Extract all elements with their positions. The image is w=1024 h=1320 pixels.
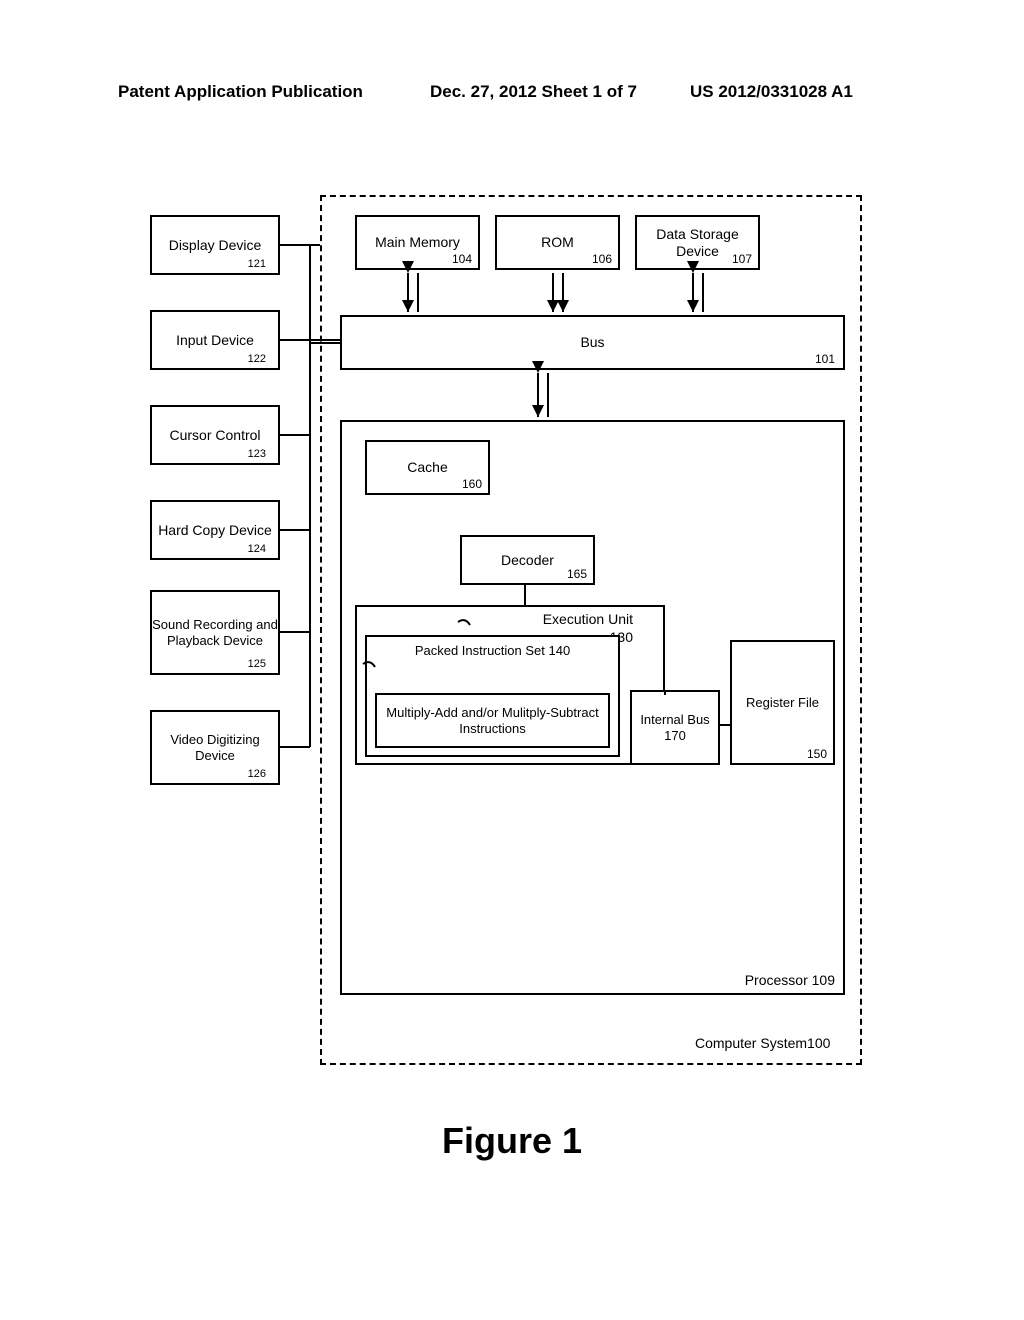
muladd-box: Multiply-Add and/or Mulitply-Subtract In… [375,693,610,748]
hardcopy-device-box: Hard Copy Device 124 [150,500,280,560]
cursor-control-label: Cursor Control [169,427,260,444]
register-file-ref: 150 [807,747,827,761]
hardcopy-device-label: Hard Copy Device [158,522,272,539]
display-device-ref: 121 [248,258,266,271]
main-memory-box: Main Memory 104 [355,215,480,270]
cache-ref: 160 [462,477,482,491]
main-memory-label: Main Memory [375,234,460,251]
rom-ref: 106 [592,252,612,266]
display-device-box: Display Device 121 [150,215,280,275]
packed-instruction-label: Packed Instruction Set 140 [415,643,570,659]
register-file-label: Register File [746,695,819,711]
diagram: Main Memory 104 ROM 106 Data Storage Dev… [125,195,870,1065]
bus-ref: 101 [815,352,835,366]
cache-label: Cache [407,459,447,476]
decoder-ref: 165 [567,567,587,581]
internal-bus-box: Internal Bus 170 [630,690,720,765]
video-device-box: Video Digitizing Device 126 [150,710,280,785]
decoder-label: Decoder [501,552,554,569]
internal-bus-label: Internal Bus [640,712,709,728]
cache-box: Cache 160 [365,440,490,495]
hardcopy-device-ref: 124 [248,543,266,556]
internal-bus-ref: 170 [664,728,686,744]
input-device-box: Input Device 122 [150,310,280,370]
input-device-label: Input Device [176,332,254,349]
computer-system-label: Computer System100 [695,1035,830,1051]
header-center: Dec. 27, 2012 Sheet 1 of 7 [430,82,637,102]
bus-label: Bus [580,334,604,351]
processor-label: Processor 109 [745,972,835,989]
input-device-ref: 122 [248,353,266,366]
data-storage-box: Data Storage Device 107 [635,215,760,270]
header-left: Patent Application Publication [118,82,363,102]
rom-box: ROM 106 [495,215,620,270]
display-device-label: Display Device [169,237,262,254]
video-device-ref: 126 [248,768,266,781]
cursor-control-ref: 123 [248,448,266,461]
figure-label: Figure 1 [0,1120,1024,1162]
main-memory-ref: 104 [452,252,472,266]
muladd-label: Multiply-Add and/or Mulitply-Subtract In… [377,705,608,736]
header-right: US 2012/0331028 A1 [690,82,853,102]
video-device-label: Video Digitizing Device [152,732,278,763]
sound-device-ref: 125 [248,658,266,671]
register-file-box: Register File 150 [730,640,835,765]
bus-box: Bus 101 [340,315,845,370]
rom-label: ROM [541,234,574,251]
data-storage-ref: 107 [732,252,752,266]
sound-device-label: Sound Recording and Playback Device [152,617,278,648]
execution-unit-label: Execution Unit [543,611,633,628]
cursor-control-box: Cursor Control 123 [150,405,280,465]
decoder-box: Decoder 165 [460,535,595,585]
sound-device-box: Sound Recording and Playback Device 125 [150,590,280,675]
